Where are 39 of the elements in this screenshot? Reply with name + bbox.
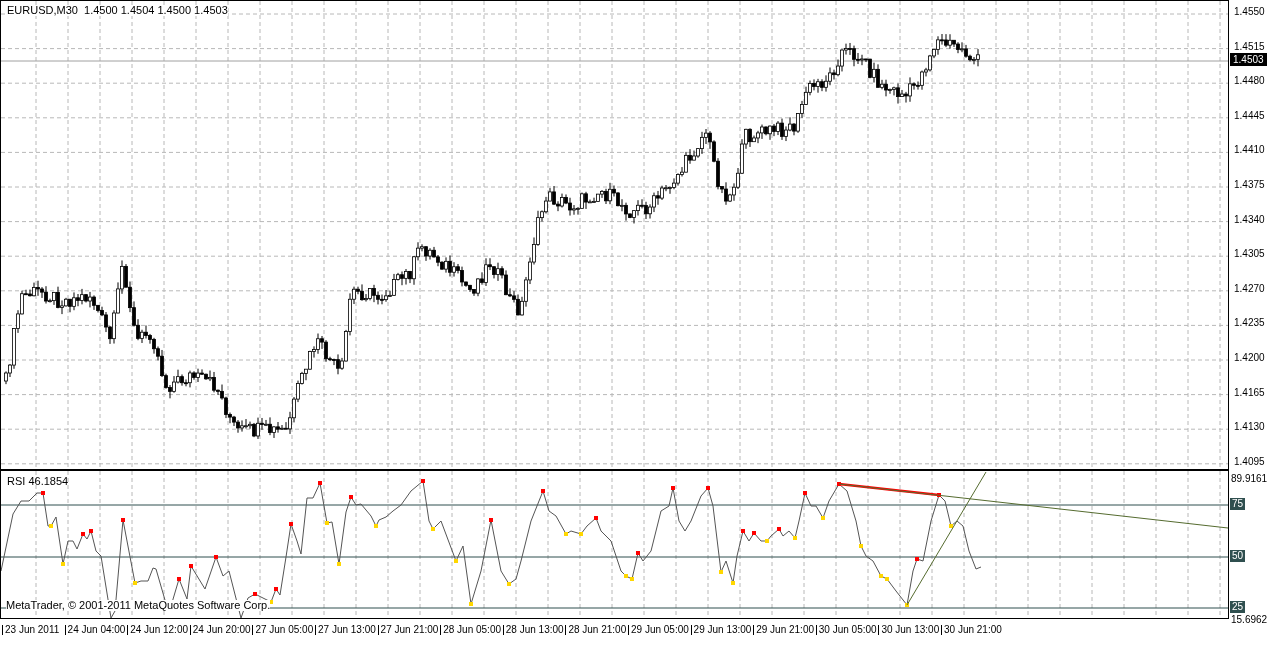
copyright-text: MetaTrader, © 2001-2011 MetaQuotes Software Corp.	[6, 600, 271, 611]
price-tick-label: 1.4235	[1234, 318, 1265, 329]
price-tick-label: 1.4340	[1234, 214, 1265, 225]
time-tick-label: 30 Jun 13:00	[878, 625, 940, 635]
price-tick-label: 1.4270	[1234, 283, 1265, 294]
time-tick-label: 27 Jun 05:00	[252, 625, 314, 635]
time-tick-label: 24 Jun 20:00	[189, 625, 251, 635]
time-tick-label: 28 Jun 13:00	[502, 625, 564, 635]
chart-symbol-header: EURUSD,M30 1.4500 1.4504 1.4500 1.4503	[7, 5, 228, 16]
price-tick-label: 1.4200	[1234, 353, 1265, 363]
price-tick-label: 1.4130	[1234, 422, 1265, 433]
time-tick-label: 29 Jun 21:00	[753, 625, 814, 635]
rsi-level-label: 25	[1230, 601, 1246, 613]
time-tick-label: 24 Jun 12:00	[127, 625, 188, 635]
price-tick-label: 1.4375	[1234, 180, 1265, 190]
price-tick-label: 1.4165	[1234, 387, 1265, 398]
time-tick-label: 27 Jun 21:00	[377, 625, 439, 635]
time-tick-label: 24 Jun 04:00	[64, 625, 126, 635]
time-tick-label: 30 Jun 05:00	[815, 625, 877, 635]
price-tick-label: 1.4410	[1234, 145, 1265, 156]
time-tick-label: 30 Jun 21:00	[941, 625, 1002, 635]
time-tick-label: 27 Jun 13:00	[315, 625, 376, 635]
time-tick-label: 23 Jun 2011	[2, 625, 60, 635]
time-tick-label: 28 Jun 05:00	[440, 625, 501, 635]
rsi-max-label: 89.9161	[1231, 474, 1268, 484]
price-tick-label: 1.4480	[1234, 76, 1265, 87]
rsi-level-label: 50	[1230, 550, 1246, 562]
time-tick-label: 28 Jun 21:00	[565, 625, 627, 635]
price-tick-label: 1.4445	[1234, 110, 1265, 121]
price-tick-label: 1.4095	[1234, 456, 1265, 467]
price-tick-label: 1.4305	[1234, 249, 1265, 260]
price-tick-label: 1.4550	[1234, 7, 1265, 17]
rsi-value-label: RSI 46.1854	[7, 476, 69, 487]
time-tick-label: 29 Jun 05:00	[628, 625, 689, 635]
rsi-min-label: 15.6962	[1231, 615, 1268, 625]
current-price-label: 1.4503	[1230, 53, 1267, 66]
price-tick-label: 1.4515	[1234, 41, 1265, 52]
rsi-level-label: 75	[1230, 498, 1246, 510]
time-tick-label: 29 Jun 13:00	[690, 625, 752, 635]
